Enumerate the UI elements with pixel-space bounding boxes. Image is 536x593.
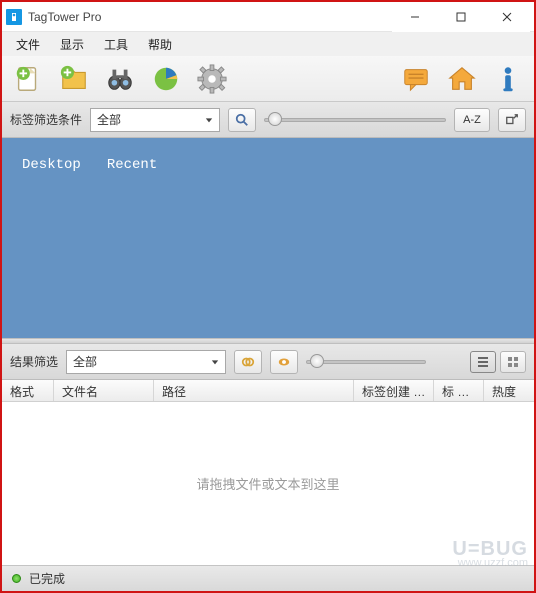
new-file-button[interactable] [10, 61, 46, 97]
col-format[interactable]: 格式 [2, 380, 54, 401]
settings-button[interactable] [194, 61, 230, 97]
drop-placeholder: 请拖拽文件或文本到这里 [196, 474, 339, 493]
chat-button[interactable] [398, 61, 434, 97]
result-zoom-slider[interactable] [306, 350, 426, 374]
col-tag[interactable]: 标 … [434, 380, 484, 401]
grid-view-button[interactable] [500, 351, 526, 373]
app-title: TagTower Pro [28, 10, 101, 24]
status-text: 已完成 [29, 570, 65, 587]
menu-file[interactable]: 文件 [6, 33, 50, 56]
chevron-down-icon [205, 113, 213, 127]
app-window: TagTower Pro 文件 显示 工具 帮助 [0, 0, 536, 593]
menubar: 文件 显示 工具 帮助 [2, 32, 534, 56]
filter-toggle-1[interactable] [234, 350, 262, 374]
sort-az-label: A-Z [463, 114, 481, 126]
tag-item[interactable]: Recent [101, 156, 163, 174]
filter-toggle-2[interactable] [270, 350, 298, 374]
expand-button[interactable] [498, 108, 526, 132]
maximize-button[interactable] [438, 2, 484, 32]
result-filter-combo[interactable]: 全部 [66, 350, 226, 374]
result-filter-label: 结果筛选 [10, 353, 58, 370]
chart-button[interactable] [148, 61, 184, 97]
binoculars-button[interactable] [102, 61, 138, 97]
result-filter-value: 全部 [73, 353, 97, 370]
tag-filter-combo[interactable]: 全部 [90, 108, 220, 132]
col-filename[interactable]: 文件名 [54, 380, 154, 401]
tag-panel: Desktop Recent [2, 138, 534, 338]
tag-item[interactable]: Desktop [16, 156, 87, 174]
new-folder-button[interactable] [56, 61, 92, 97]
app-icon [6, 9, 22, 25]
view-mode-group [470, 351, 526, 373]
titlebar: TagTower Pro [2, 2, 534, 32]
search-button[interactable] [228, 108, 256, 132]
menu-help[interactable]: 帮助 [138, 33, 182, 56]
menu-tools[interactable]: 工具 [94, 33, 138, 56]
tag-filter-bar: 标签筛选条件 全部 A-Z [2, 102, 534, 138]
info-button[interactable] [490, 61, 526, 97]
col-path[interactable]: 路径 [154, 380, 354, 401]
menu-view[interactable]: 显示 [50, 33, 94, 56]
chevron-down-icon [211, 355, 219, 369]
drop-area[interactable]: 请拖拽文件或文本到这里 [2, 402, 534, 565]
close-button[interactable] [484, 2, 530, 32]
tag-filter-value: 全部 [97, 111, 121, 128]
col-heat[interactable]: 热度 [484, 380, 534, 401]
statusbar: 已完成 [2, 565, 534, 591]
main-toolbar [2, 56, 534, 102]
col-created[interactable]: 标签创建 … [354, 380, 434, 401]
tag-zoom-slider[interactable] [264, 108, 446, 132]
sort-az-button[interactable]: A-Z [454, 108, 490, 132]
status-dot-icon [12, 574, 21, 583]
home-button[interactable] [444, 61, 480, 97]
list-view-button[interactable] [470, 351, 496, 373]
minimize-button[interactable] [392, 2, 438, 32]
result-filter-bar: 结果筛选 全部 [2, 344, 534, 380]
tag-filter-label: 标签筛选条件 [10, 111, 82, 128]
table-header: 格式 文件名 路径 标签创建 … 标 … 热度 [2, 380, 534, 402]
